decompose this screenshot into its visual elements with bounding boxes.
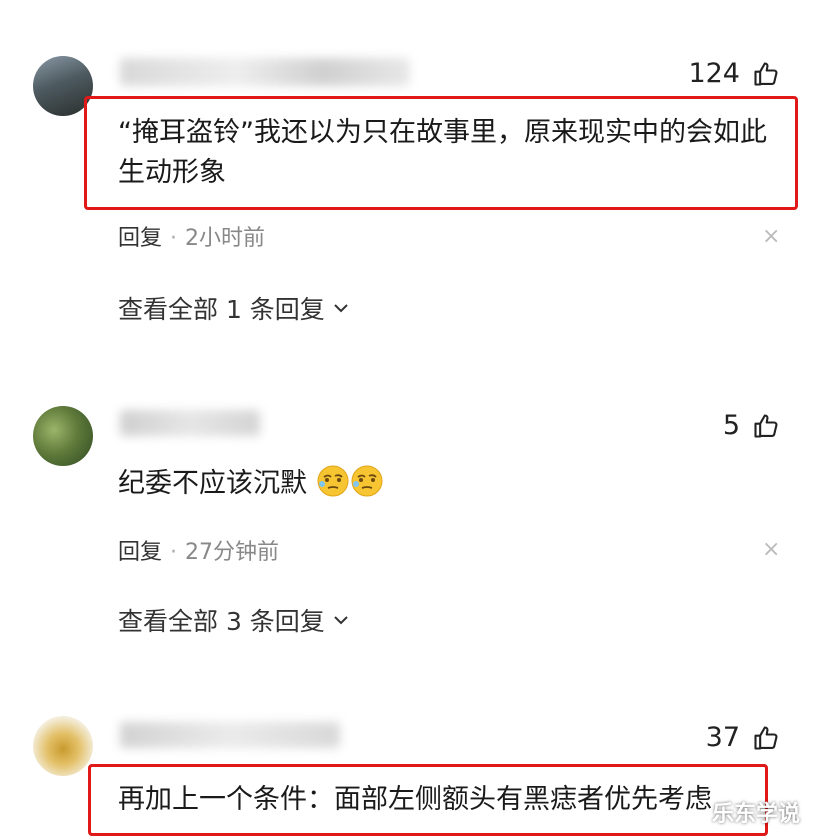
comment-text: 再加上一个条件：面部左侧额头有黑痣者优先考虑: [118, 784, 712, 815]
username-blurred[interactable]: [120, 410, 260, 436]
avatar[interactable]: [33, 716, 93, 776]
username-blurred[interactable]: [120, 58, 410, 86]
close-icon[interactable]: ×: [762, 224, 780, 249]
avatar[interactable]: [33, 406, 93, 466]
timestamp: 27分钟前: [185, 540, 280, 565]
thumbs-up-icon[interactable]: [752, 724, 780, 752]
comment-text: 生动形象: [118, 157, 226, 188]
reply-button[interactable]: 回复: [118, 226, 162, 251]
view-replies-button[interactable]: 查看全部 1 条回复: [118, 290, 351, 326]
thinking-squint-emoji-icon: [317, 465, 349, 497]
username-blurred[interactable]: [120, 722, 340, 748]
chevron-down-icon: [334, 616, 348, 625]
like-count: 5: [722, 410, 740, 441]
like-count: 37: [705, 722, 740, 753]
reply-button[interactable]: 回复: [118, 540, 162, 565]
comment-text-body: 纪委不应该沉默: [118, 468, 307, 499]
view-replies-label: 查看全部 3 条回复: [118, 607, 325, 636]
thumbs-up-icon[interactable]: [752, 60, 780, 88]
comment-text: “掩耳盗铃”我还以为只在故事里，原来现实中的会如此: [118, 117, 767, 148]
view-replies-button[interactable]: 查看全部 3 条回复: [118, 602, 351, 638]
comment-meta: 回复 · 2小时前: [118, 220, 265, 252]
view-replies-label: 查看全部 1 条回复: [118, 295, 325, 324]
separator-dot: ·: [170, 226, 178, 251]
comment-text: 纪委不应该沉默: [118, 462, 384, 506]
close-icon[interactable]: ×: [762, 537, 780, 562]
timestamp: 2小时前: [185, 226, 266, 251]
like-count: 124: [688, 58, 740, 89]
watermark: 乐东学说: [712, 802, 801, 827]
comment-meta: 回复 · 27分钟前: [118, 534, 279, 566]
thumbs-up-icon[interactable]: [752, 412, 780, 440]
thinking-squint-emoji-icon: [351, 465, 383, 497]
separator-dot: ·: [170, 540, 178, 565]
chevron-down-icon: [334, 304, 348, 313]
